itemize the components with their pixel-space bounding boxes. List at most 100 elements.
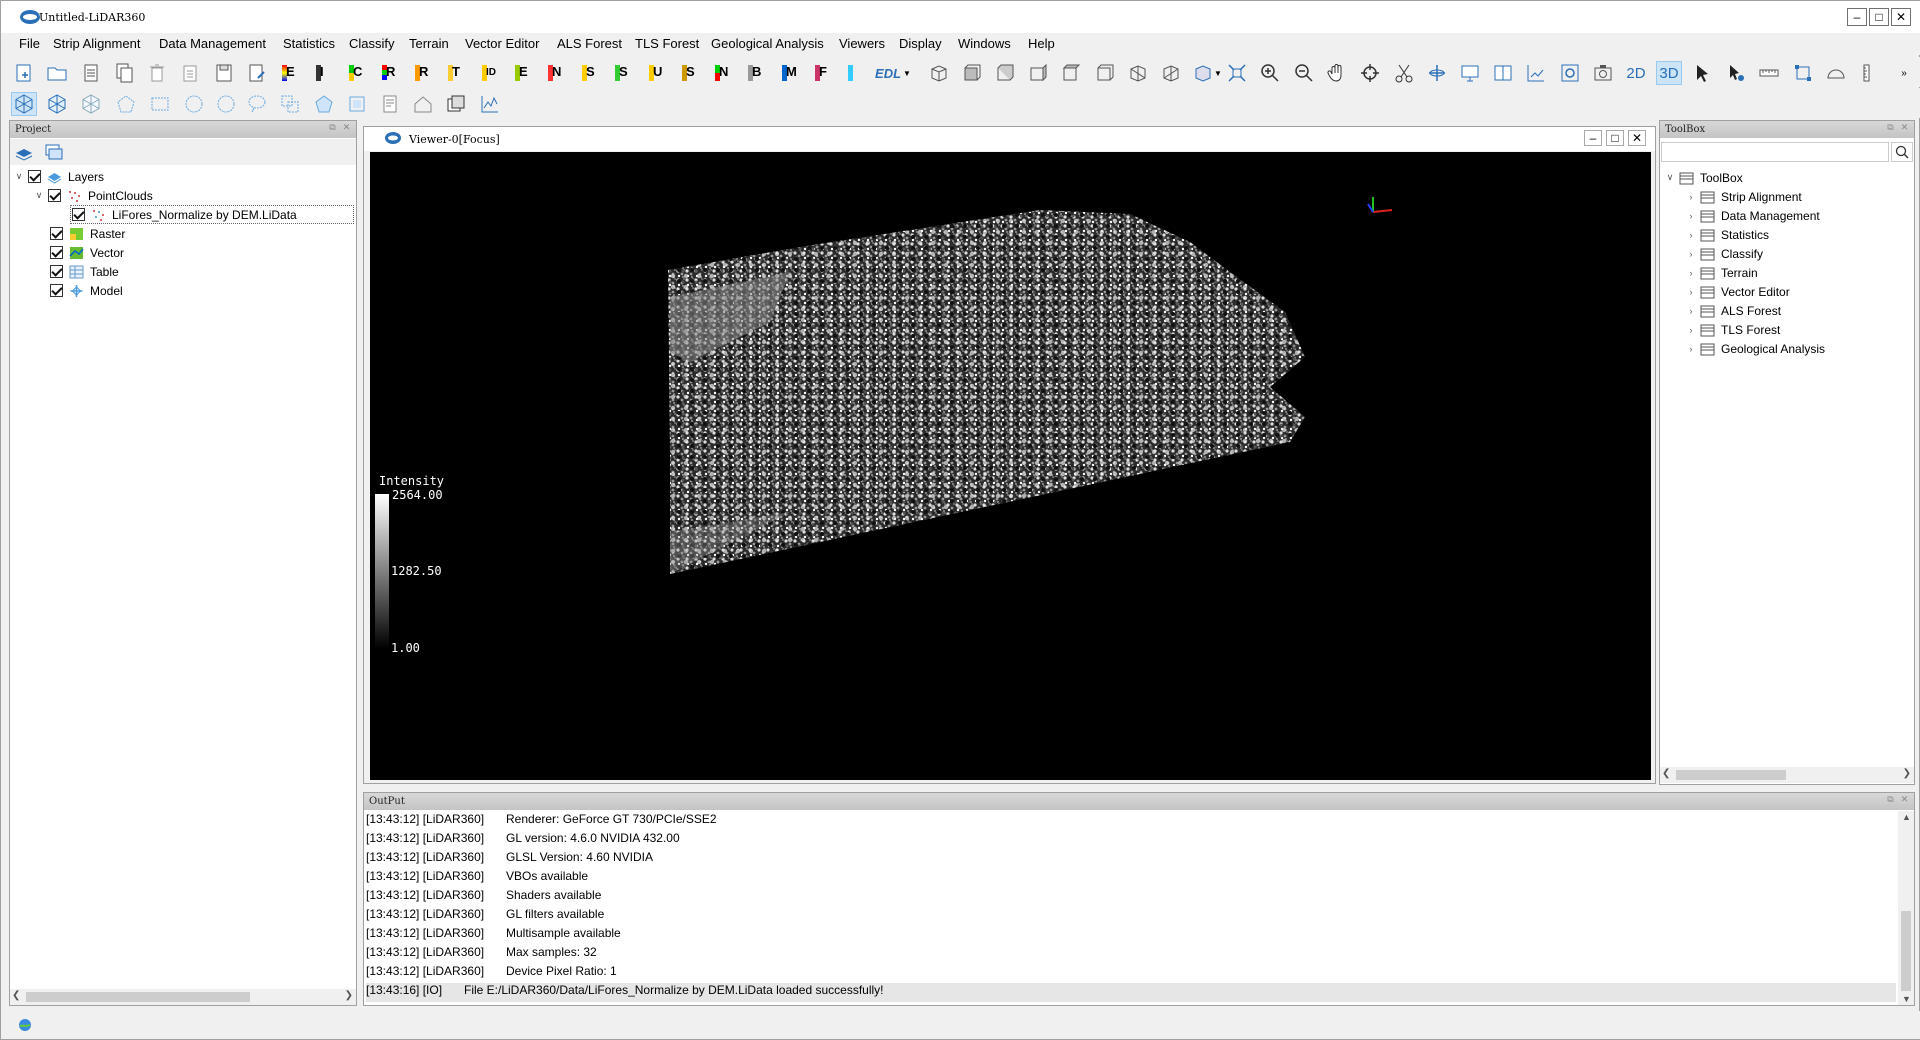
settings-icon[interactable] — [1557, 61, 1583, 85]
color-by-elevation-icon[interactable]: E — [277, 61, 303, 85]
chevron-right-icon[interactable]: › — [1686, 249, 1696, 259]
view-back-icon[interactable] — [992, 61, 1018, 85]
color-by-time-icon[interactable]: T — [443, 61, 469, 85]
open-folder-icon[interactable] — [44, 61, 70, 85]
menu-strip-alignment[interactable]: Strip Alignment — [53, 36, 140, 51]
menu-file[interactable]: File — [19, 36, 40, 51]
profile-chart-icon[interactable] — [477, 92, 503, 116]
tree-row-raster[interactable]: Raster — [50, 224, 125, 243]
view-bottom-icon[interactable] — [1092, 61, 1118, 85]
invert-selection-icon[interactable] — [344, 92, 370, 116]
measure-area-icon[interactable] — [1790, 61, 1816, 85]
toolbox-item-vector-editor[interactable]: › Vector Editor — [1686, 282, 1790, 301]
rectangle-select-icon[interactable] — [147, 92, 173, 116]
color-by-id-icon[interactable]: ID — [477, 61, 503, 85]
toolbox-item-data-management[interactable]: › Data Management — [1686, 206, 1820, 225]
zoom-out-icon[interactable] — [1291, 61, 1317, 85]
menu-windows[interactable]: Windows — [958, 36, 1011, 51]
output-vertical-scrollbar[interactable]: ▲ ▼ — [1898, 811, 1914, 1005]
vector-checkbox[interactable] — [50, 246, 63, 259]
toolbox-root[interactable]: ∨ ToolBox — [1665, 168, 1743, 187]
chart-view-icon[interactable] — [1523, 61, 1549, 85]
chevron-right-icon[interactable]: › — [1686, 287, 1696, 297]
menu-vector-editor[interactable]: Vector Editor — [465, 36, 539, 51]
tree-row-table[interactable]: Table — [50, 262, 119, 281]
new-project-icon[interactable] — [11, 61, 37, 85]
chevron-right-icon[interactable]: › — [1686, 306, 1696, 316]
rotate-center-icon[interactable] — [1357, 61, 1383, 85]
view-more-icon[interactable]: ▼ — [1191, 61, 1223, 85]
color-by-b-icon[interactable]: M — [777, 61, 803, 85]
color-by-nr2-icon[interactable]: B — [743, 61, 769, 85]
pointclouds-checkbox[interactable] — [48, 189, 61, 202]
add-selection-icon[interactable] — [44, 92, 70, 116]
color-by-intensity-icon[interactable]: I — [311, 61, 337, 85]
measure-height-icon[interactable] — [1856, 61, 1882, 85]
toolbox-item-strip-alignment[interactable]: › Strip Alignment — [1686, 187, 1802, 206]
remove-selection-icon[interactable] — [78, 92, 104, 116]
circle-select-icon[interactable] — [181, 92, 207, 116]
split-view-icon[interactable] — [1490, 61, 1516, 85]
clear-selection-icon[interactable] — [311, 92, 337, 116]
menu-data-management[interactable]: Data Management — [159, 36, 266, 51]
chevron-right-icon[interactable]: › — [1686, 192, 1696, 202]
viewer-minimize-button[interactable]: – — [1584, 130, 1602, 146]
measure-angle-icon[interactable] — [1823, 61, 1849, 85]
viewer-close-button[interactable]: ✕ — [1628, 130, 1646, 146]
raster-checkbox[interactable] — [50, 227, 63, 240]
toolbar-overflow-icon[interactable]: » — [1896, 61, 1912, 85]
copy-document-icon[interactable] — [111, 61, 137, 85]
model-checkbox[interactable] — [50, 284, 63, 297]
color-by-sc-icon[interactable]: N — [710, 61, 736, 85]
menu-tls-forest[interactable]: TLS Forest — [635, 36, 699, 51]
multi-select-icon[interactable] — [277, 92, 303, 116]
selection-document-icon[interactable] — [377, 92, 403, 116]
clipboard-icon[interactable] — [177, 61, 203, 85]
tree-row-lidata-file[interactable]: LiFores_Normalize by DEM.LiData — [70, 205, 354, 224]
float-panel-icon[interactable]: ⧉ — [327, 123, 338, 134]
chevron-right-icon[interactable]: › — [1686, 211, 1696, 221]
layers-select-icon[interactable] — [443, 92, 469, 116]
color-by-ud-icon[interactable]: S — [677, 61, 703, 85]
chevron-down-icon[interactable]: ∨ — [14, 171, 24, 182]
color-by-sd2-icon[interactable]: U — [644, 61, 670, 85]
chevron-down-icon[interactable]: ∨ — [1665, 172, 1675, 183]
chevron-right-icon[interactable]: › — [1686, 325, 1696, 335]
layer-window-icon[interactable] — [44, 143, 64, 161]
tree-row-vector[interactable]: Vector — [50, 243, 124, 262]
color-by-sd-icon[interactable]: S — [577, 61, 603, 85]
lidata-checkbox[interactable] — [72, 208, 85, 221]
measure-ruler-icon[interactable] — [1756, 61, 1782, 85]
toolbox-search-button[interactable] — [1891, 142, 1913, 162]
viewer-maximize-button[interactable]: □ — [1606, 130, 1624, 146]
house-select-icon[interactable] — [410, 92, 436, 116]
add-layer-icon[interactable] — [14, 143, 34, 161]
chevron-right-icon[interactable]: › — [1686, 344, 1696, 354]
toolbox-item-als-forest[interactable]: › ALS Forest — [1686, 301, 1782, 320]
monitor-icon[interactable] — [1457, 61, 1483, 85]
maximize-button[interactable]: □ — [1869, 8, 1889, 26]
delete-icon[interactable] — [144, 61, 170, 85]
toolbox-item-geological-analysis[interactable]: › Geological Analysis — [1686, 339, 1826, 358]
menu-geological-analysis[interactable]: Geological Analysis — [711, 36, 824, 51]
chevron-down-icon[interactable]: ∨ — [34, 190, 44, 201]
polygon-select-icon[interactable] — [113, 92, 139, 116]
menu-help[interactable]: Help — [1028, 36, 1055, 51]
select-pointer-icon[interactable] — [1690, 61, 1716, 85]
select-tool-icon[interactable] — [11, 92, 37, 116]
toolbox-item-terrain[interactable]: › Terrain — [1686, 263, 1758, 282]
lasso-select-icon[interactable] — [213, 92, 239, 116]
table-checkbox[interactable] — [50, 265, 63, 278]
menu-terrain[interactable]: Terrain — [409, 36, 449, 51]
view-iso2-icon[interactable] — [1158, 61, 1184, 85]
toolbox-item-tls-forest[interactable]: › TLS Forest — [1686, 320, 1781, 339]
point-cloud-canvas[interactable]: Intensity 2564.00 1282.50 1.00 — [370, 152, 1651, 780]
document-icon[interactable] — [78, 61, 104, 85]
zoom-in-icon[interactable] — [1257, 61, 1283, 85]
pick-point-icon[interactable] — [1723, 61, 1749, 85]
color-by-class-icon[interactable]: C — [344, 61, 370, 85]
view-top-icon[interactable] — [926, 61, 952, 85]
toolbox-item-classify[interactable]: › Classify — [1686, 244, 1764, 263]
toolbox-horizontal-scrollbar[interactable]: ❮ ❯ — [1660, 767, 1914, 783]
close-panel-icon[interactable]: ✕ — [1899, 795, 1910, 806]
